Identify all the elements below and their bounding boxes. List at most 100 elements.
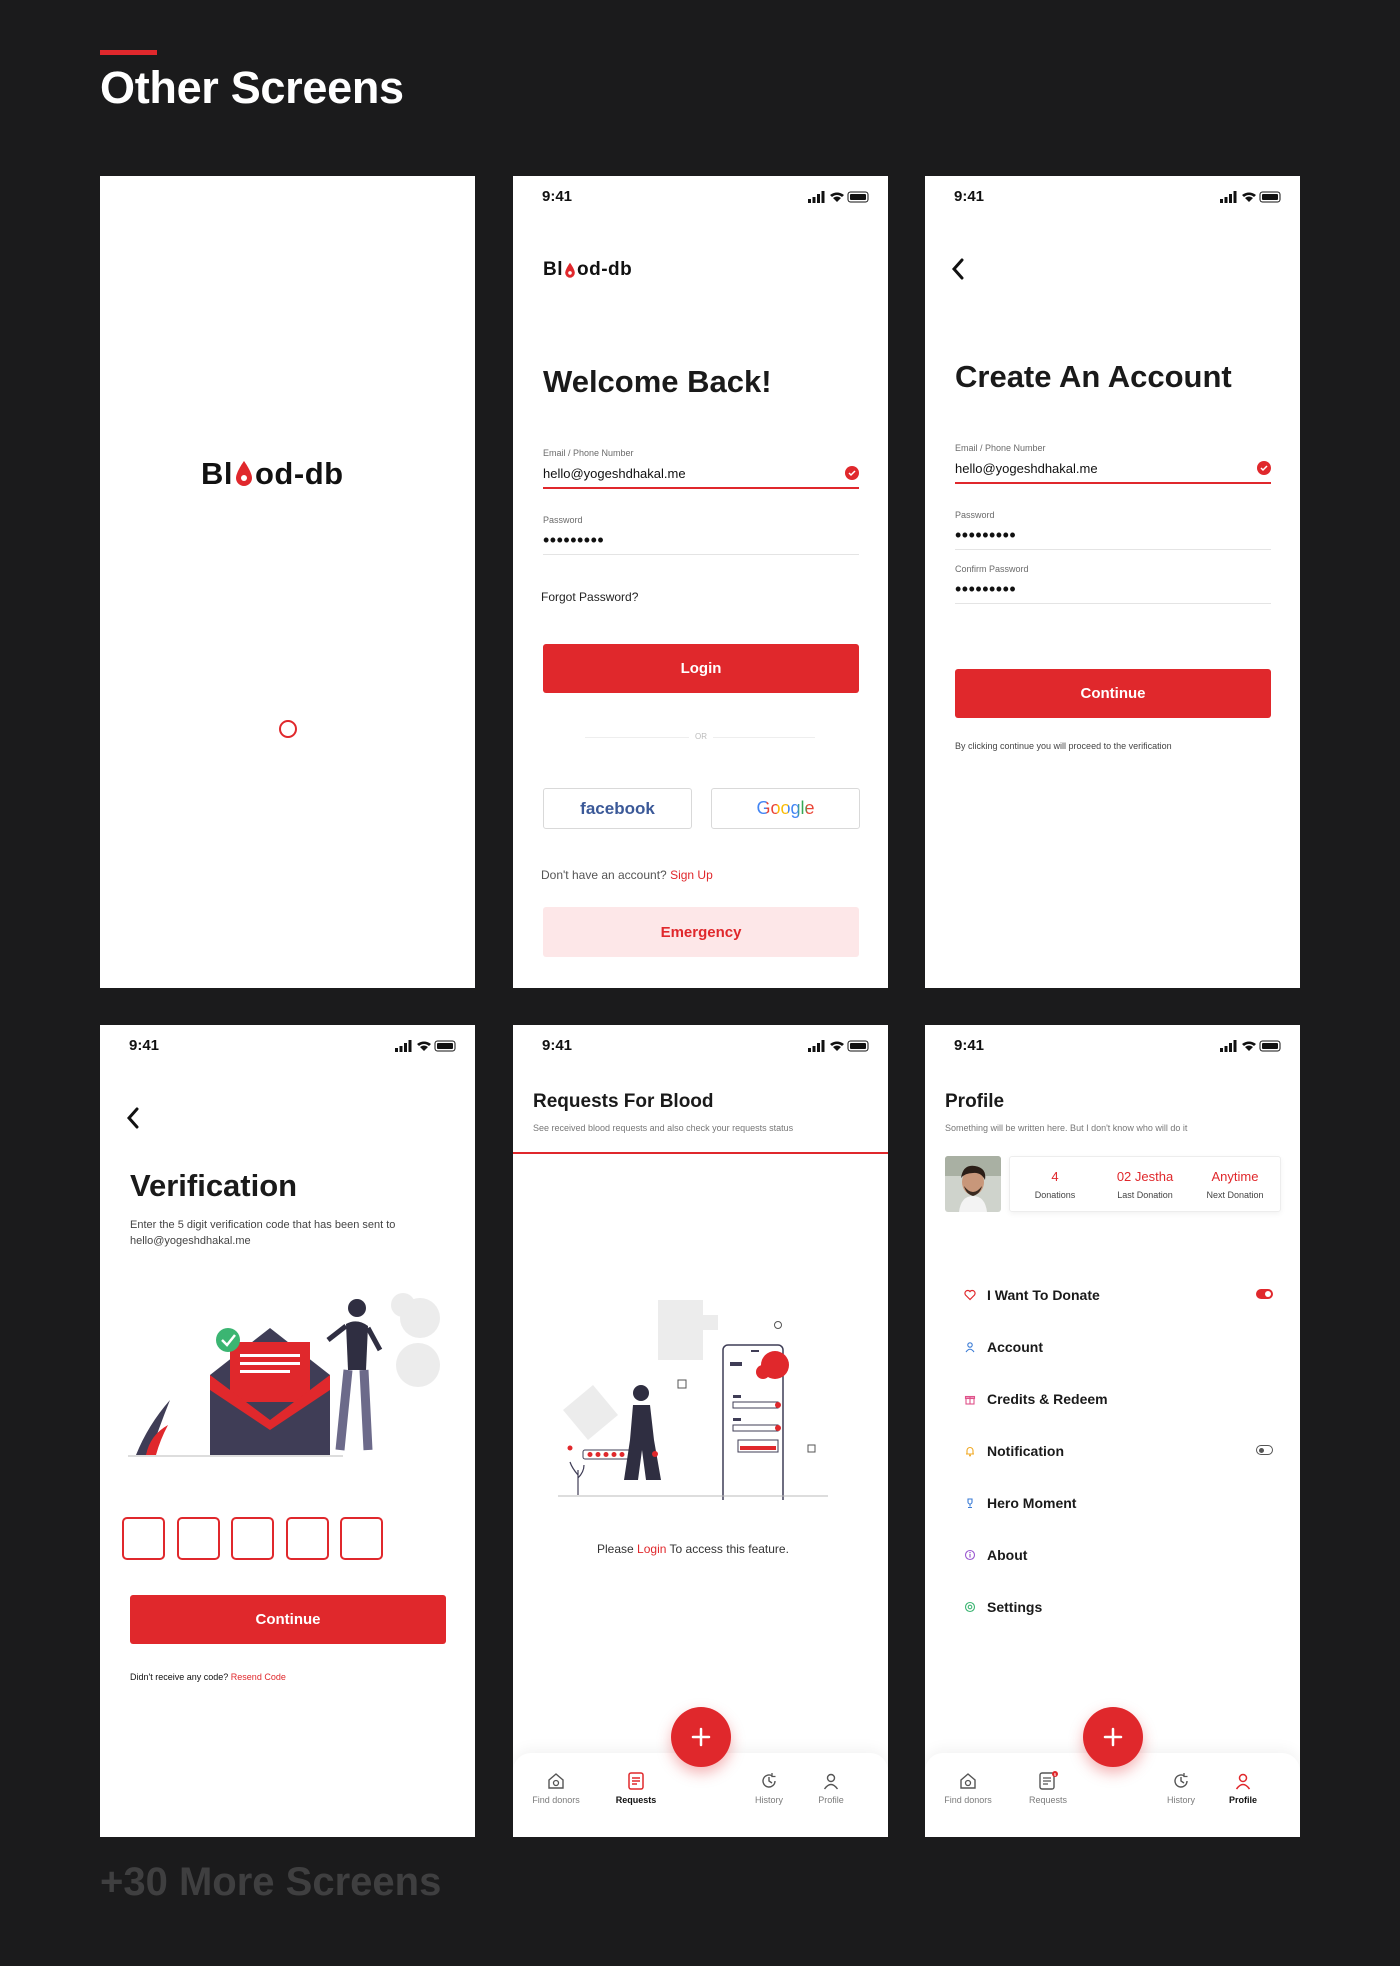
status-bar: 9:41 [925,1025,1300,1069]
donate-toggle[interactable] [1256,1289,1273,1299]
verification-screen: 9:41 Verification Enter the 5 digit veri… [100,1025,475,1837]
notification-toggle[interactable] [1256,1445,1273,1455]
stat-last-donation: 02 Jestha Last Donation [1116,1169,1174,1200]
nav-find-donors[interactable]: Find donors [521,1771,591,1805]
requests-screen: 9:41 Requests For Blood See received blo… [513,1025,888,1837]
history-icon [1174,1773,1188,1788]
header-underline [513,1152,888,1154]
password-field[interactable]: Password ••••••••• [543,515,859,555]
password-field[interactable]: Password ••••••••• [955,510,1271,550]
back-arrow-icon[interactable] [951,258,965,280]
more-screens-label: +30 More Screens [100,1860,442,1904]
home-search-icon [548,1773,564,1789]
menu-item-account[interactable]: Account [963,1335,1273,1359]
menu-item-notification[interactable]: Notification [963,1439,1273,1463]
requests-icon: 6 [1039,1771,1058,1790]
facebook-button[interactable]: facebook [543,788,692,829]
status-time: 9:41 [129,1037,160,1054]
requests-subtitle: See received blood requests and also che… [533,1123,794,1133]
history-icon [762,1773,776,1788]
menu-item-about[interactable]: About [963,1543,1273,1567]
page-title: Other Screens [100,62,404,113]
create-account-title: Create An Account [955,359,1232,394]
code-input-1[interactable] [122,1517,165,1560]
status-time: 9:41 [954,1037,985,1054]
loading-spinner-icon [279,720,297,738]
status-bar: 9:41 [100,1025,475,1069]
nav-history[interactable]: History [1146,1771,1216,1805]
bell-icon [966,1447,974,1457]
avatar[interactable] [945,1156,1001,1212]
title-accent-bar [100,50,157,55]
welcome-title: Welcome Back! [543,364,772,399]
profile-title: Profile [945,1091,1005,1112]
emergency-button[interactable]: Emergency [543,907,859,957]
continue-button[interactable]: Continue [130,1595,446,1644]
status-bar: 9:41 [513,1025,888,1069]
valid-check-icon [845,466,859,480]
trophy-icon [967,1498,973,1509]
menu-item-hero-moment[interactable]: Hero Moment [963,1491,1273,1515]
status-icons [1220,190,1282,208]
menu-item-credits[interactable]: Credits & Redeem [963,1387,1273,1411]
continue-button[interactable]: Continue [955,669,1271,718]
profile-screen: 9:41 Profile Something will be written h… [925,1025,1300,1837]
login-screen: 9:41 Bl od-db Welcome Back! Email / Phon… [513,176,888,988]
gift-icon [964,1395,976,1405]
confirm-password-field[interactable]: Confirm Password ••••••••• [955,564,1271,604]
code-input-5[interactable] [340,1517,383,1560]
nav-profile[interactable]: Profile [1208,1771,1278,1805]
plus-icon [1103,1727,1123,1747]
splash-screen: Bl od-db [100,176,475,988]
menu-item-donate[interactable]: I Want To Donate [963,1283,1273,1307]
user-icon [965,1342,975,1353]
nav-profile[interactable]: Profile [796,1771,866,1805]
create-account-screen: 9:41 Create An Account Email / Phone Num… [925,176,1300,988]
nav-history[interactable]: History [734,1771,804,1805]
settings-icon [964,1601,976,1613]
status-icons [1220,1039,1282,1057]
menu-item-settings[interactable]: Settings [963,1595,1273,1619]
email-field[interactable]: Email / Phone Number hello@yogeshdhakal.… [543,448,859,489]
profile-subtitle: Something will be written here. But I do… [945,1123,1188,1133]
plus-icon [691,1727,711,1747]
status-bar: 9:41 [925,176,1300,220]
requests-icon [628,1772,644,1790]
info-icon [964,1549,976,1561]
verification-note: By clicking continue you will proceed to… [955,741,1172,751]
status-time: 9:41 [542,188,573,205]
status-icons [808,190,870,208]
sign-up-link[interactable]: Sign Up [670,868,713,882]
status-time: 9:41 [954,188,985,205]
nav-find-donors[interactable]: Find donors [933,1771,1003,1805]
add-request-button[interactable] [1083,1707,1143,1767]
google-button[interactable]: Google [711,788,860,829]
email-field[interactable]: Email / Phone Number hello@yogeshdhakal.… [955,443,1271,484]
login-button[interactable]: Login [543,644,859,693]
brand-logo: Bl od-db [543,259,633,280]
donation-stats: 4 Donations 02 Jestha Last Donation Anyt… [1009,1156,1281,1212]
stat-donations: 4 Donations [1034,1169,1076,1200]
login-prompt: Please Login To access this feature. [597,1542,789,1556]
resend-code-link[interactable]: Resend Code [231,1672,286,1682]
requests-title: Requests For Blood [533,1091,714,1112]
resend-prompt: Didn't receive any code? Resend Code [130,1672,286,1682]
nav-requests[interactable]: Requests [601,1771,671,1805]
code-input-2[interactable] [177,1517,220,1560]
code-input-4[interactable] [286,1517,329,1560]
status-time: 9:41 [542,1037,573,1054]
empty-state-illustration [558,1300,828,1500]
nav-requests[interactable]: 6 Requests [1013,1771,1083,1805]
verification-description: Enter the 5 digit verification code that… [130,1219,396,1247]
status-bar: 9:41 [513,176,888,220]
blood-drop-icon [565,262,575,278]
stat-next-donation: Anytime Next Donation [1206,1169,1264,1200]
add-request-button[interactable] [671,1707,731,1767]
back-arrow-icon[interactable] [126,1107,140,1129]
forgot-password-link[interactable]: Forgot Password? [541,590,638,604]
login-link[interactable]: Login [637,1542,666,1556]
code-input-3[interactable] [231,1517,274,1560]
user-icon [823,1773,839,1790]
user-icon [1235,1773,1251,1790]
status-icons [808,1039,870,1057]
